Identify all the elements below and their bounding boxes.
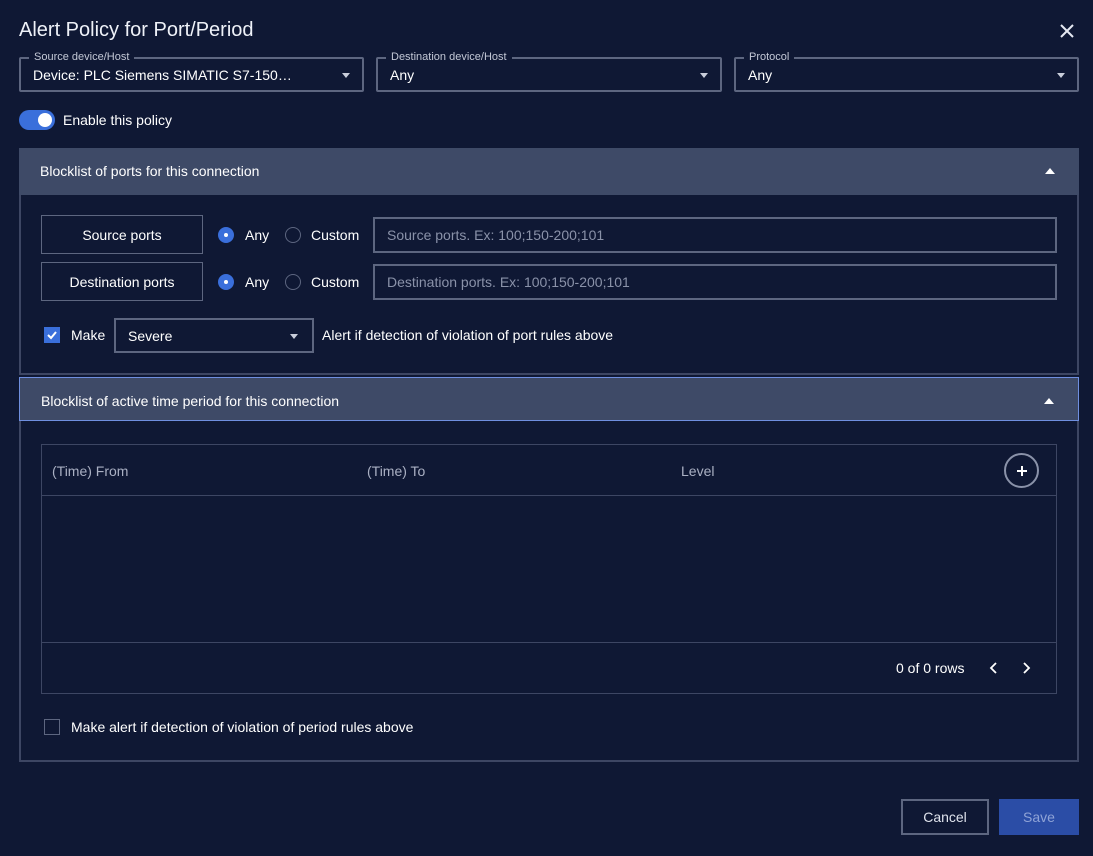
chevron-down-icon [342, 73, 350, 78]
source-device-legend: Source device/Host [29, 50, 135, 64]
toggle-knob [38, 113, 52, 127]
table-footer: 0 of 0 rows [42, 642, 1056, 693]
enable-policy-toggle[interactable] [19, 110, 55, 130]
chevron-up-icon [1045, 168, 1055, 174]
chevron-down-icon [290, 334, 298, 339]
column-header-to: (Time) To [367, 463, 426, 479]
table-header: (Time) From (Time) To Level [42, 445, 1056, 496]
period-alert-text: Make alert if detection of violation of … [71, 719, 414, 735]
column-header-from: (Time) From [52, 463, 129, 479]
protocol-select[interactable]: Protocol Any [734, 50, 1079, 92]
port-alert-text: Alert if detection of violation of port … [322, 327, 614, 343]
period-section-title: Blocklist of active time period for this… [41, 393, 340, 409]
chevron-down-icon [1057, 73, 1065, 78]
chevron-right-icon [1023, 662, 1031, 674]
protocol-value: Any [748, 67, 773, 83]
make-port-alert-checkbox[interactable] [44, 327, 60, 343]
column-header-level: Level [681, 463, 715, 479]
period-table: (Time) From (Time) To Level 0 of 0 rows [41, 444, 1057, 694]
ports-section-header[interactable]: Blocklist of ports for this connection [19, 148, 1079, 195]
destination-ports-custom-radio[interactable] [285, 274, 301, 290]
previous-page-button[interactable] [984, 658, 1004, 678]
source-ports-label: Source ports [41, 215, 203, 254]
source-ports-input[interactable] [373, 217, 1057, 253]
source-ports-any-label: Any [245, 227, 270, 243]
chevron-down-icon [700, 73, 708, 78]
save-button[interactable]: Save [999, 799, 1079, 835]
source-ports-custom-label: Custom [311, 227, 360, 243]
dialog-title: Alert Policy for Port/Period [19, 19, 254, 41]
check-icon [47, 331, 57, 340]
make-label: Make [71, 327, 106, 343]
rows-count: 0 of 0 rows [896, 660, 965, 676]
chevron-left-icon [989, 662, 997, 674]
severity-select[interactable]: Severe [114, 318, 314, 353]
destination-device-select[interactable]: Destination device/Host Any [376, 50, 722, 92]
source-device-select[interactable]: Source device/Host Device: PLC Siemens S… [19, 50, 364, 92]
period-section-header[interactable]: Blocklist of active time period for this… [19, 377, 1079, 421]
close-button[interactable] [1056, 20, 1078, 42]
destination-ports-any-label: Any [245, 274, 270, 290]
destination-ports-input[interactable] [373, 264, 1057, 300]
source-device-value: Device: PLC Siemens SIMATIC S7-150… [33, 67, 292, 83]
destination-ports-custom-label: Custom [311, 274, 360, 290]
protocol-legend: Protocol [744, 50, 795, 64]
source-ports-any-radio[interactable] [218, 227, 234, 243]
source-ports-custom-radio[interactable] [285, 227, 301, 243]
chevron-up-icon [1044, 398, 1054, 404]
destination-ports-label: Destination ports [41, 262, 203, 301]
close-icon [1060, 24, 1074, 38]
destination-device-value: Any [390, 67, 415, 83]
enable-policy-label: Enable this policy [63, 112, 172, 128]
make-period-alert-checkbox[interactable] [44, 719, 60, 735]
next-page-button[interactable] [1016, 658, 1036, 678]
cancel-button[interactable]: Cancel [901, 799, 989, 835]
plus-icon [1016, 465, 1027, 476]
destination-device-legend: Destination device/Host [386, 50, 512, 64]
severity-value: Severe [128, 328, 173, 344]
destination-ports-any-radio[interactable] [218, 274, 234, 290]
ports-section-title: Blocklist of ports for this connection [40, 163, 260, 179]
add-period-button[interactable] [1004, 453, 1039, 488]
